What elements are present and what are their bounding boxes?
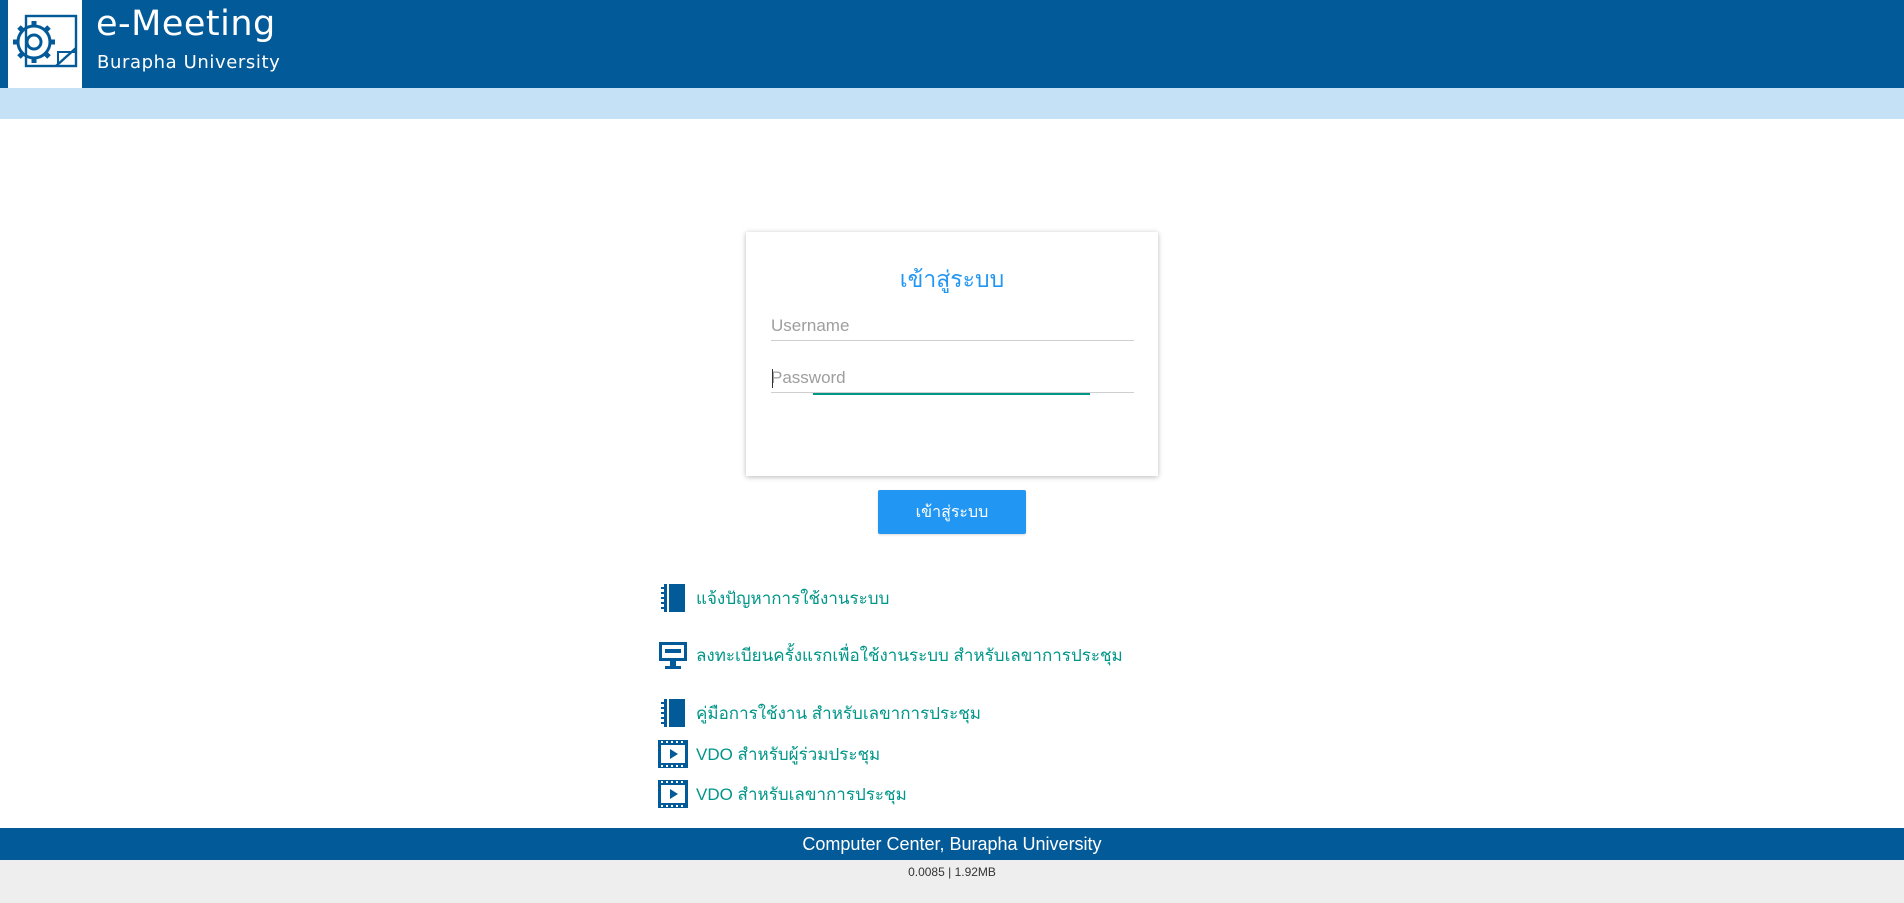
username-field: [771, 312, 1134, 342]
password-input[interactable]: [771, 364, 1134, 393]
link-label: VDO สำหรับเลขาการประชุม: [696, 784, 907, 804]
link-label: ลงทะเบียนครั้งแรกเพื่อใช้งานระบบ สำหรับเ…: [696, 645, 1123, 665]
vdo-secretary-link[interactable]: VDO สำหรับเลขาการประชุม: [658, 778, 907, 810]
footer-stats: 0.0085 | 1.92MB: [0, 860, 1904, 903]
notebook-icon: [661, 584, 685, 612]
header-subbar: [0, 88, 1904, 119]
header: e-Meeting Burapha University: [0, 0, 1904, 88]
login-title: เข้าสู่ระบบ: [899, 266, 1005, 292]
login-button[interactable]: เข้าสู่ระบบ: [878, 490, 1026, 534]
password-field: [771, 364, 1134, 395]
monitor-icon: [659, 642, 687, 669]
video-icon: [658, 780, 688, 808]
link-label: VDO สำหรับผู้ร่วมประชุม: [696, 744, 881, 764]
link-label: แจ้งปัญหาการใช้งานระบบ: [696, 588, 890, 608]
manual-link[interactable]: คู่มือการใช้งาน สำหรับเลขาการประชุม: [658, 697, 981, 729]
notebook-icon: [661, 699, 685, 727]
link-label: คู่มือการใช้งาน สำหรับเลขาการประชุม: [696, 703, 981, 723]
vdo-participant-link[interactable]: VDO สำหรับผู้ร่วมประชุม: [658, 738, 880, 770]
username-input[interactable]: [771, 312, 1134, 341]
report-problem-link[interactable]: แจ้งปัญหาการใช้งานระบบ: [658, 582, 889, 614]
app-subtitle: Burapha University: [97, 52, 281, 73]
text-caret: [772, 369, 773, 388]
footer: Computer Center, Burapha University: [0, 828, 1904, 860]
video-icon: [658, 740, 688, 768]
register-link[interactable]: ลงทะเบียนครั้งแรกเพื่อใช้งานระบบ สำหรับเ…: [658, 639, 1123, 671]
logo[interactable]: [8, 0, 82, 88]
login-card: เข้าสู่ระบบ: [746, 232, 1158, 476]
focus-underline: [813, 393, 1090, 395]
app-title: e-Meeting: [96, 4, 276, 44]
gear-document-icon: [13, 14, 78, 68]
